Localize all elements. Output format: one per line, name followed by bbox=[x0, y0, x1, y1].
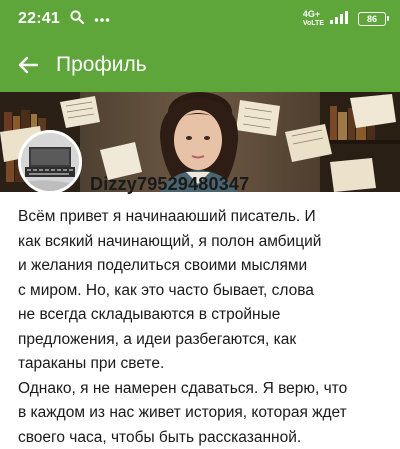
back-button[interactable] bbox=[0, 38, 56, 92]
network-label: 4G+ VoLTE bbox=[303, 10, 324, 28]
bio-line: Однако, я не намерен сдаваться. Я верю, … bbox=[18, 379, 348, 397]
network-type: 4G+ bbox=[302, 9, 321, 19]
bio-line: Всём привет я начинааюший писатель. И bbox=[18, 208, 316, 225]
status-time: 22:41 bbox=[18, 10, 60, 27]
profile-username: Dizzy79529480347 bbox=[90, 174, 250, 194]
network-sub: VoLTE bbox=[302, 20, 324, 27]
status-right: 4G+ VoLTE 86 bbox=[303, 10, 389, 29]
bio-line: с миром. Но, как это часто бывает, слова bbox=[18, 281, 314, 299]
bio-line: в каждом из нас живет история, которая ж… bbox=[18, 404, 347, 421]
bio-line: предложения, а идеи разбегаются, как bbox=[18, 330, 297, 348]
status-left: 22:41 bbox=[18, 9, 110, 29]
profile-bio: Всём привет я начинааюший писатель. И ка… bbox=[18, 205, 390, 449]
more-dots-icon bbox=[94, 10, 110, 28]
page-title: Профиль bbox=[56, 53, 147, 76]
avatar[interactable] bbox=[18, 130, 82, 194]
bio-line: тараканы при свете. bbox=[18, 355, 165, 372]
app-bar: Профиль bbox=[0, 38, 400, 92]
search-icon bbox=[70, 9, 85, 29]
signal-icon bbox=[330, 10, 352, 29]
bio-line: и желания поделиться своими мыслями bbox=[18, 257, 308, 274]
bio-line: как всякий начинающий, я полон амбиций bbox=[18, 232, 322, 250]
arrow-back-icon bbox=[18, 56, 38, 74]
bio-line: не всегда складываются в стройные bbox=[18, 306, 281, 323]
bio-line: своего часа, чтобы быть рассказанной. bbox=[18, 428, 302, 446]
battery-level: 86 bbox=[366, 14, 377, 24]
battery-icon: 86 bbox=[358, 12, 389, 26]
status-bar: 22:41 4G+ VoLTE 86 bbox=[0, 0, 400, 38]
